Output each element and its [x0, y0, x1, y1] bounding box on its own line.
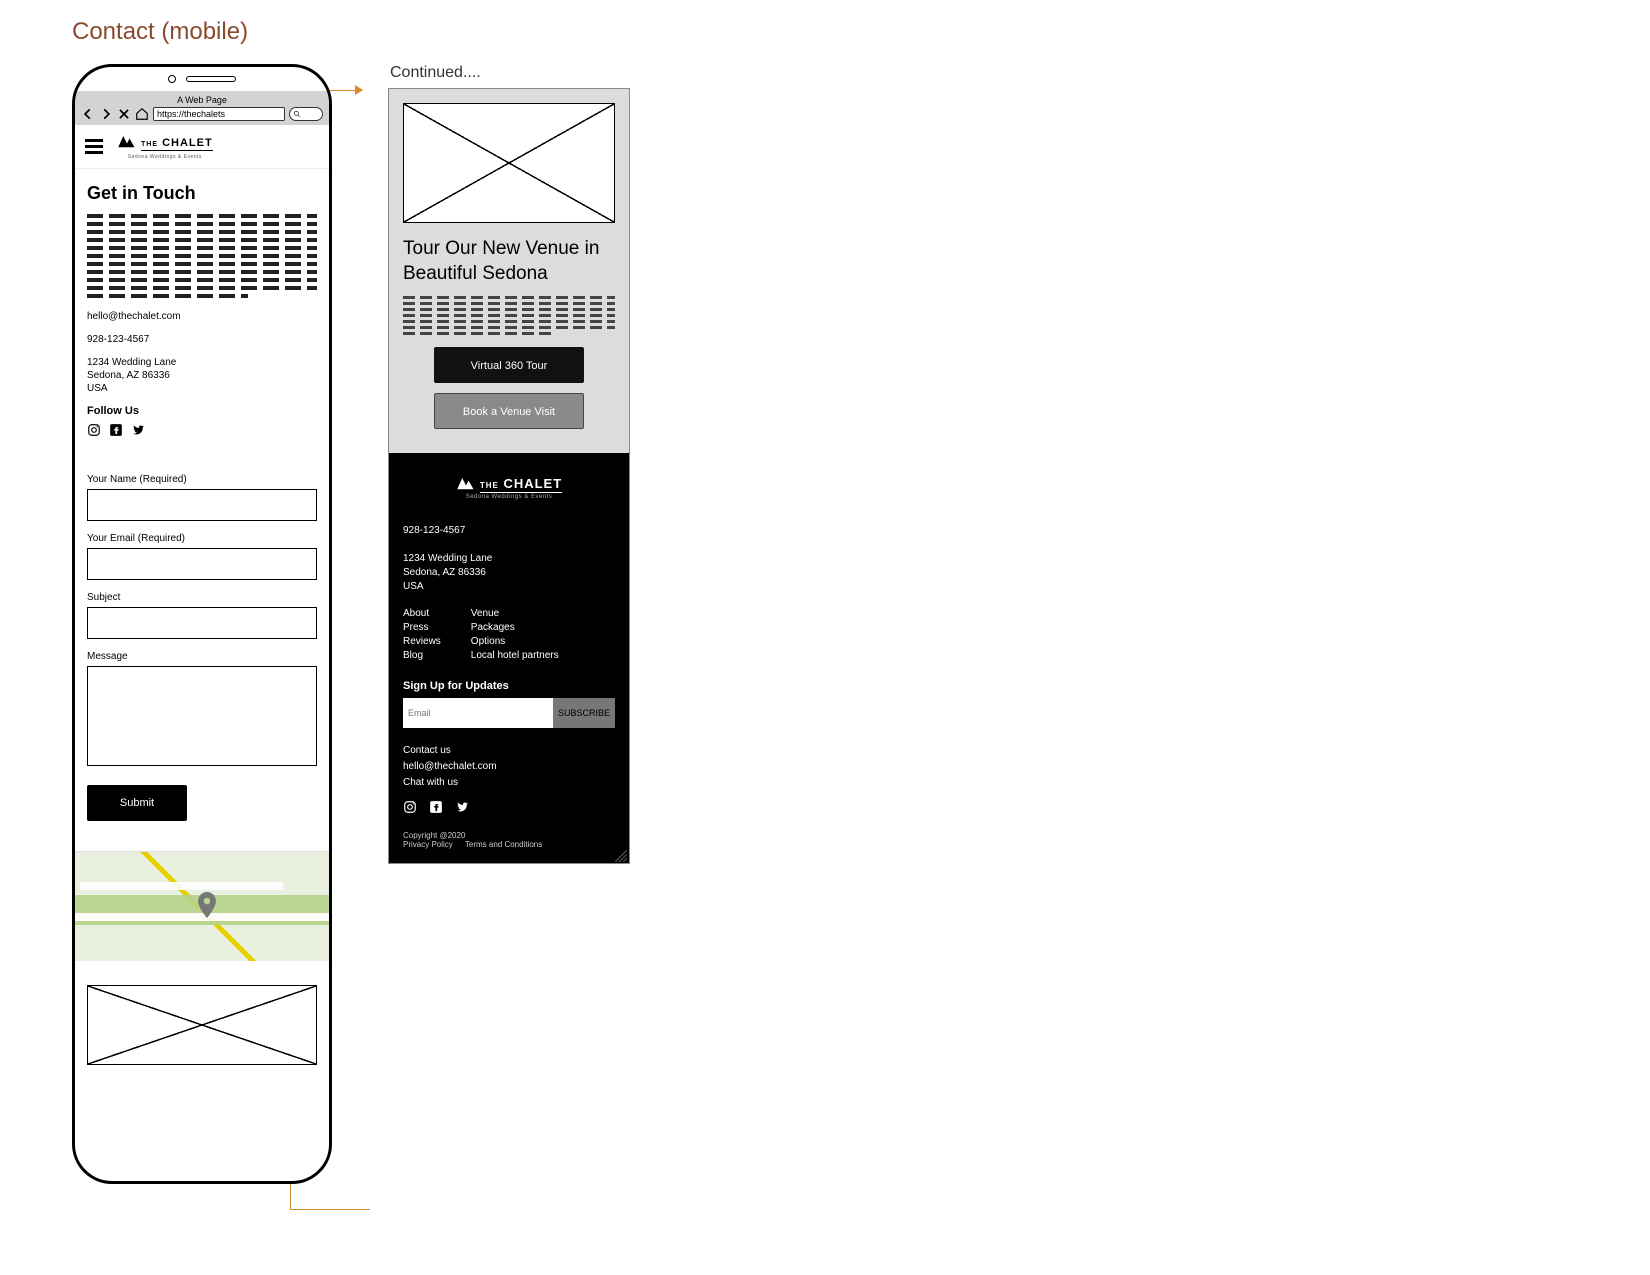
url-input[interactable]: https://thechalets: [153, 107, 285, 121]
contact-address: 1234 Wedding Lane Sedona, AZ 86336 USA: [87, 356, 317, 395]
footer-phone[interactable]: 928-123-4567: [403, 524, 615, 538]
footer-link[interactable]: About: [403, 608, 441, 619]
instagram-icon[interactable]: [87, 423, 101, 442]
footer-link[interactable]: Local hotel partners: [471, 650, 559, 661]
footer-link[interactable]: Options: [471, 636, 559, 647]
subscribe-button[interactable]: SUBSCRIBE: [553, 698, 615, 728]
logo-mark-icon: [456, 475, 476, 494]
instagram-icon[interactable]: [403, 800, 417, 817]
logo-text: THE CHALET: [141, 137, 213, 151]
email-input[interactable]: [87, 548, 317, 580]
logo-tagline: Sedona Weddings & Events: [128, 154, 202, 160]
browser-title: A Web Page: [81, 95, 323, 105]
close-icon[interactable]: [117, 107, 131, 121]
browser-chrome: A Web Page https://thechalets: [75, 91, 329, 125]
search-icon[interactable]: [289, 107, 323, 121]
subscribe-email-input[interactable]: [403, 698, 553, 728]
name-input[interactable]: [87, 489, 317, 521]
footer: THE CHALET Sedona Weddings & Events 928-…: [389, 453, 629, 863]
page-title: Contact (mobile): [72, 18, 248, 46]
subject-input[interactable]: [87, 607, 317, 639]
terms-link[interactable]: Terms and Conditions: [465, 840, 542, 849]
venue-paragraph-placeholder: [403, 296, 615, 335]
map-pin-icon: [197, 892, 217, 923]
get-in-touch-heading: Get in Touch: [87, 183, 317, 204]
footer-link[interactable]: Blog: [403, 650, 441, 661]
phone-camera-icon: [168, 75, 176, 83]
app-header: THE CHALET Sedona Weddings & Events: [75, 125, 329, 169]
home-icon[interactable]: [135, 107, 149, 121]
intro-paragraph-placeholder: [87, 214, 317, 298]
footer-chat[interactable]: Chat with us: [403, 776, 615, 790]
image-placeholder: [87, 985, 317, 1065]
forward-icon[interactable]: [99, 107, 113, 121]
footer-link[interactable]: Packages: [471, 622, 559, 633]
facebook-icon[interactable]: [429, 800, 443, 817]
submit-button[interactable]: Submit: [87, 785, 187, 821]
book-visit-button[interactable]: Book a Venue Visit: [434, 393, 584, 429]
resize-grip-icon[interactable]: [615, 849, 627, 861]
footer-logo[interactable]: THE CHALET Sedona Weddings & Events: [403, 475, 615, 500]
email-label: Your Email (Required): [87, 533, 317, 544]
footer-link[interactable]: Venue: [471, 608, 559, 619]
footer-contact-email[interactable]: hello@thechalet.com: [403, 760, 615, 774]
message-textarea[interactable]: [87, 666, 317, 766]
footer-address: 1234 Wedding Lane Sedona, AZ 86336 USA: [403, 552, 615, 594]
continued-label: Continued....: [390, 64, 481, 82]
venue-image-placeholder: [403, 103, 615, 223]
contact-phone[interactable]: 928-123-4567: [87, 333, 317, 346]
twitter-icon[interactable]: [455, 800, 469, 817]
name-label: Your Name (Required): [87, 474, 317, 485]
menu-icon[interactable]: [85, 139, 103, 154]
mobile-wireframe-phone: A Web Page https://thechalets THE CHALET…: [72, 64, 332, 1184]
map-placeholder[interactable]: [75, 851, 329, 961]
facebook-icon[interactable]: [109, 423, 123, 442]
contact-email[interactable]: hello@thechalet.com: [87, 310, 317, 323]
footer-contact-us[interactable]: Contact us: [403, 744, 615, 758]
copyright: Copyright @2020: [403, 831, 615, 840]
follow-us-heading: Follow Us: [87, 405, 317, 417]
footer-link[interactable]: Press: [403, 622, 441, 633]
mobile-wireframe-continued: Tour Our New Venue in Beautiful Sedona V…: [388, 88, 630, 864]
privacy-link[interactable]: Privacy Policy: [403, 840, 453, 849]
brand-logo[interactable]: THE CHALET Sedona Weddings & Events: [117, 133, 213, 160]
logo-mark-icon: [117, 133, 137, 154]
phone-speaker-icon: [186, 76, 236, 82]
virtual-tour-button[interactable]: Virtual 360 Tour: [434, 347, 584, 383]
twitter-icon[interactable]: [131, 423, 145, 442]
message-label: Message: [87, 651, 317, 662]
footer-link[interactable]: Reviews: [403, 636, 441, 647]
signup-heading: Sign Up for Updates: [403, 680, 615, 692]
footer-nav-col2: Venue Packages Options Local hotel partn…: [471, 608, 559, 664]
subject-label: Subject: [87, 592, 317, 603]
phone-hardware-top: [75, 67, 329, 91]
footer-logo-text: THE CHALET: [480, 476, 562, 493]
footer-nav-col1: About Press Reviews Blog: [403, 608, 441, 664]
footer-logo-tagline: Sedona Weddings & Events: [466, 494, 553, 500]
back-icon[interactable]: [81, 107, 95, 121]
venue-heading: Tour Our New Venue in Beautiful Sedona: [403, 237, 615, 286]
